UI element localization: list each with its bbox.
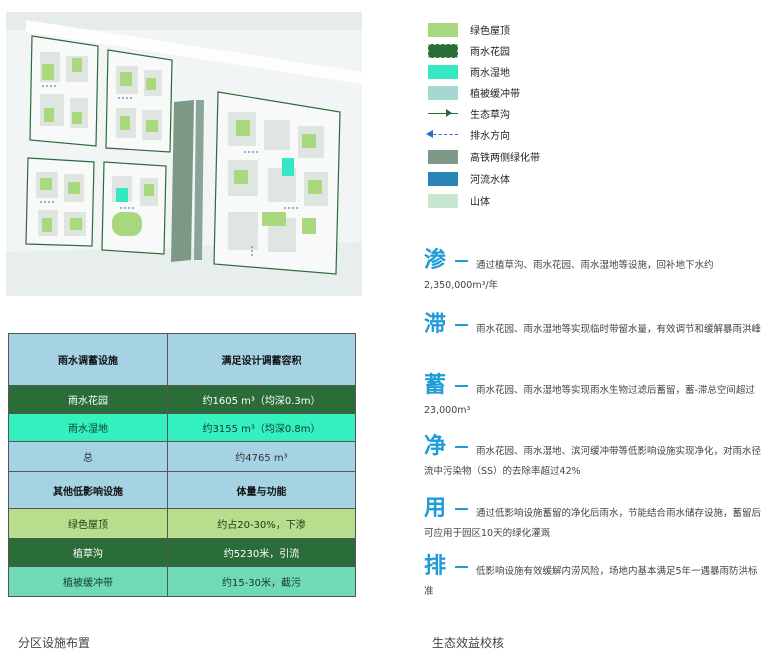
rail-greenbelt-swatch <box>428 150 458 164</box>
benefit-text: 通过植草沟、雨水花园、雨水湿地等设施，回补地下水约2,350,000m³/年 <box>424 260 714 291</box>
zoning-facility-map <box>6 12 362 296</box>
legend-item-rain-garden: 雨水花园 <box>428 41 648 61</box>
benefit-text: 雨水花园、雨水湿地等实现临时带留水量，有效调节和缓解暴雨洪峰 <box>476 324 762 335</box>
table-cell: 绿色屋顶 <box>8 507 168 539</box>
facility-table: 雨水调蓄设施 满足设计调蓄容积 雨水花园 约1605 m³（均深0.3m） 雨水… <box>8 332 356 598</box>
ecological-swale-icon <box>428 109 458 117</box>
table-row: 雨水湿地 约3155 m³（均深0.8m） <box>8 413 356 443</box>
legend-item-green-roof: 绿色屋顶 <box>428 20 648 40</box>
table-cell: 约5230米，引流 <box>167 537 356 567</box>
table-row: 雨水花园 约1605 m³（均深0.3m） <box>8 385 356 415</box>
table-cell: 总 <box>8 441 168 473</box>
table-cell: 约15-30米，截污 <box>167 565 356 598</box>
block-n <box>105 49 173 153</box>
caption-zoning-layout: 分区设施布置 <box>18 636 91 650</box>
table-cell: 约3155 m³（均深0.8m） <box>167 413 356 443</box>
drainage-direction-icon <box>426 130 458 138</box>
legend-item-vegetated-buffer: 植被缓冲带 <box>428 83 648 103</box>
legend-item-rain-wetland: 雨水湿地 <box>428 62 648 82</box>
legend-item-river-water: 河流水体 <box>428 169 648 189</box>
benefit-text: 雨水花园、雨水湿地等实现雨水生物过滤后蓄留，蓄-滞总空间超过23,000m³ <box>424 385 755 416</box>
rain-wetland-swatch <box>428 65 458 79</box>
table-cell: 雨水湿地 <box>8 413 168 443</box>
table-cell: 约占20-30%，下渗 <box>167 507 356 539</box>
rail-greenbelt <box>171 100 194 262</box>
table-header-row: 雨水调蓄设施 满足设计调蓄容积 <box>8 332 356 387</box>
table-row: 植草沟 约5230米，引流 <box>8 537 356 567</box>
table-cell: 约4765 m³ <box>167 441 356 473</box>
caption-ecological-check: 生态效益校核 <box>432 636 505 650</box>
table-cell: 植草沟 <box>8 537 168 567</box>
vegetated-buffer-swatch <box>428 86 458 100</box>
legend-item-rail-greenbelt: 高铁两侧绿化带 <box>428 147 648 167</box>
table-header-cell: 雨水调蓄设施 <box>8 332 168 387</box>
legend-item-drainage-direction: 排水方向 <box>426 125 648 145</box>
benefit-text: 通过低影响设施蓄留的净化后雨水，节能结合雨水储存设施，蓄留后可应用于园区10天的… <box>424 508 762 539</box>
legend-item-mountain: 山体 <box>428 191 648 211</box>
table-header-cell: 其他低影响设施 <box>8 471 168 509</box>
table-row: 绿色屋顶 约占20-30%，下渗 <box>8 507 356 539</box>
table-cell: 植被缓冲带 <box>8 565 168 598</box>
table-row: 总 约4765 m³ <box>8 441 356 473</box>
rain-garden-swatch <box>428 44 458 58</box>
river-water-swatch <box>428 172 458 186</box>
table-header-row: 其他低影响设施 体量与功能 <box>8 471 356 509</box>
benefit-text: 雨水花园、雨水湿地、滨河缓冲带等低影响设施实现净化，对雨水径流中污染物（SS）的… <box>424 446 762 477</box>
table-cell: 约1605 m³（均深0.3m） <box>167 385 356 415</box>
table-row: 植被缓冲带 约15-30米，截污 <box>8 565 356 598</box>
mountain-swatch <box>428 194 458 208</box>
benefit-text: 低影响设施有效缓解内涝风险，场地内基本满足5年一遇暴雨防洪标准 <box>424 566 758 597</box>
table-cell: 雨水花园 <box>8 385 168 415</box>
legend-item-ecological-swale: 生态草沟 <box>428 104 648 124</box>
table-header-cell: 体量与功能 <box>167 471 356 509</box>
table-header-cell: 满足设计调蓄容积 <box>167 332 356 387</box>
green-roof-swatch <box>428 23 458 37</box>
